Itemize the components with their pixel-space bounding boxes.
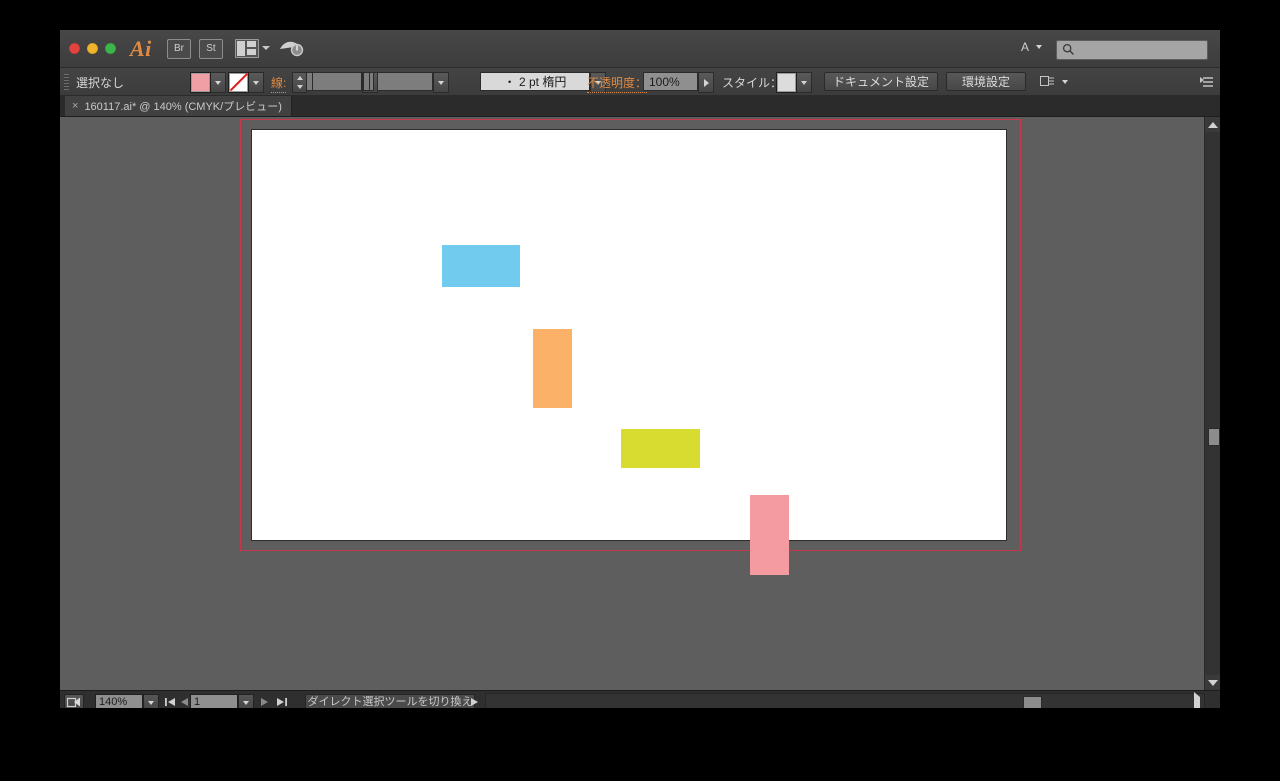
document-tab-title: 160117.ai* @ 140% (CMYK/プレビュー) [84,101,282,113]
graphic-style-control[interactable] [776,72,812,93]
style-label: スタイル： [722,76,783,90]
zoom-window-button[interactable] [105,43,116,54]
close-window-button[interactable] [69,43,80,54]
status-message[interactable]: ダイレクト選択ツールを切り換え [305,694,475,708]
panel-menu-icon[interactable] [1200,76,1214,88]
style-swatch[interactable] [776,72,797,93]
control-bar: 選択なし 線: ・ 2 pt 楕円 不透明度： 100% スタイル： ドキュメン… [60,68,1220,96]
vertical-scroll-track[interactable] [1205,132,1220,675]
canvas-area[interactable] [60,117,1220,690]
fill-dropdown-button[interactable] [211,72,226,93]
chevron-down-icon[interactable] [1062,80,1068,84]
zoom-level-dropdown-button[interactable] [143,694,159,708]
preferences-button[interactable]: 環境設定 [946,72,1026,91]
blue-rectangle[interactable] [442,245,520,287]
opacity-dropdown-button[interactable] [698,72,714,93]
search-input[interactable] [1056,40,1208,60]
opacity-label[interactable]: 不透明度： [587,74,648,93]
status-bar: 140% 1 ダイレクト選択ツールを切り換え [60,690,1220,708]
control-bar-grip[interactable] [64,74,69,90]
vertical-scrollbar[interactable] [1204,117,1220,690]
close-icon[interactable]: × [72,100,78,112]
fill-swatch[interactable] [190,72,211,93]
document-tab-bar: × 160117.ai* @ 140% (CMYK/プレビュー) [60,96,1220,117]
zoom-level-field[interactable]: 140% [95,694,143,708]
next-page-icon[interactable] [260,697,269,708]
stroke-color-control[interactable] [228,72,264,93]
pink-rectangle[interactable] [750,495,789,575]
selection-status-label: 選択なし [76,76,125,90]
chevron-down-icon[interactable] [1036,45,1042,49]
brush-definition-field[interactable]: ・ 2 pt 楕円 [480,72,590,91]
document-tab[interactable]: × 160117.ai* @ 140% (CMYK/プレビュー) [65,96,292,116]
stroke-swatch-none[interactable] [228,72,249,93]
none-slash-icon [229,72,249,92]
scroll-down-arrow[interactable] [1205,675,1220,690]
scroll-up-arrow[interactable] [1205,117,1220,132]
page-dropdown-button[interactable] [238,694,254,708]
stroke-style-dropdown-button[interactable] [433,72,449,93]
stroke-dropdown-button[interactable] [249,72,264,93]
stock-button[interactable]: St [199,39,223,59]
yellow-rectangle[interactable] [621,429,700,468]
stroke-style-field[interactable] [377,72,433,91]
fill-color-control[interactable] [190,72,226,93]
horizontal-scrollbar[interactable] [485,692,1205,708]
arrange-documents-icon[interactable] [235,39,259,58]
export-selection-icon[interactable] [64,694,84,708]
chevron-down-icon[interactable] [262,46,270,50]
orange-rectangle[interactable] [533,329,572,408]
bridge-launch-icon[interactable] [278,38,304,58]
illustrator-window: Ai Br St A 選択なし 線: ・ 2 pt 楕円 不透明度： 100% … [60,30,1220,708]
page-number-field[interactable]: 1 [190,694,238,708]
stroke-label[interactable]: 線: [271,74,287,93]
window-traffic-lights [69,43,116,54]
app-logo-icon: Ai [130,36,152,61]
font-control-label: A [1020,40,1029,54]
minimize-window-button[interactable] [87,43,98,54]
bridge-button[interactable]: Br [167,39,191,59]
title-bar: Ai Br St A [60,30,1220,68]
scroll-right-arrow[interactable] [1194,692,1200,708]
status-next-arrow[interactable] [470,697,479,708]
vertical-scroll-thumb[interactable] [1208,428,1220,446]
search-icon [1062,43,1075,56]
last-page-icon[interactable] [276,697,288,708]
document-setup-button[interactable]: ドキュメント設定 [824,72,938,91]
stroke-weight-stepper[interactable] [292,72,307,93]
font-size-control[interactable]: A [1021,40,1042,54]
artboard[interactable] [251,129,1007,575]
horizontal-scroll-thumb[interactable] [1023,696,1042,708]
opacity-field[interactable]: 100% [643,72,698,91]
stroke-weight-field[interactable] [306,72,362,91]
previous-page-icon[interactable] [180,697,189,708]
first-page-icon[interactable] [164,697,176,708]
document-properties-icon[interactable] [1040,75,1056,89]
style-dropdown-button[interactable] [797,72,812,93]
